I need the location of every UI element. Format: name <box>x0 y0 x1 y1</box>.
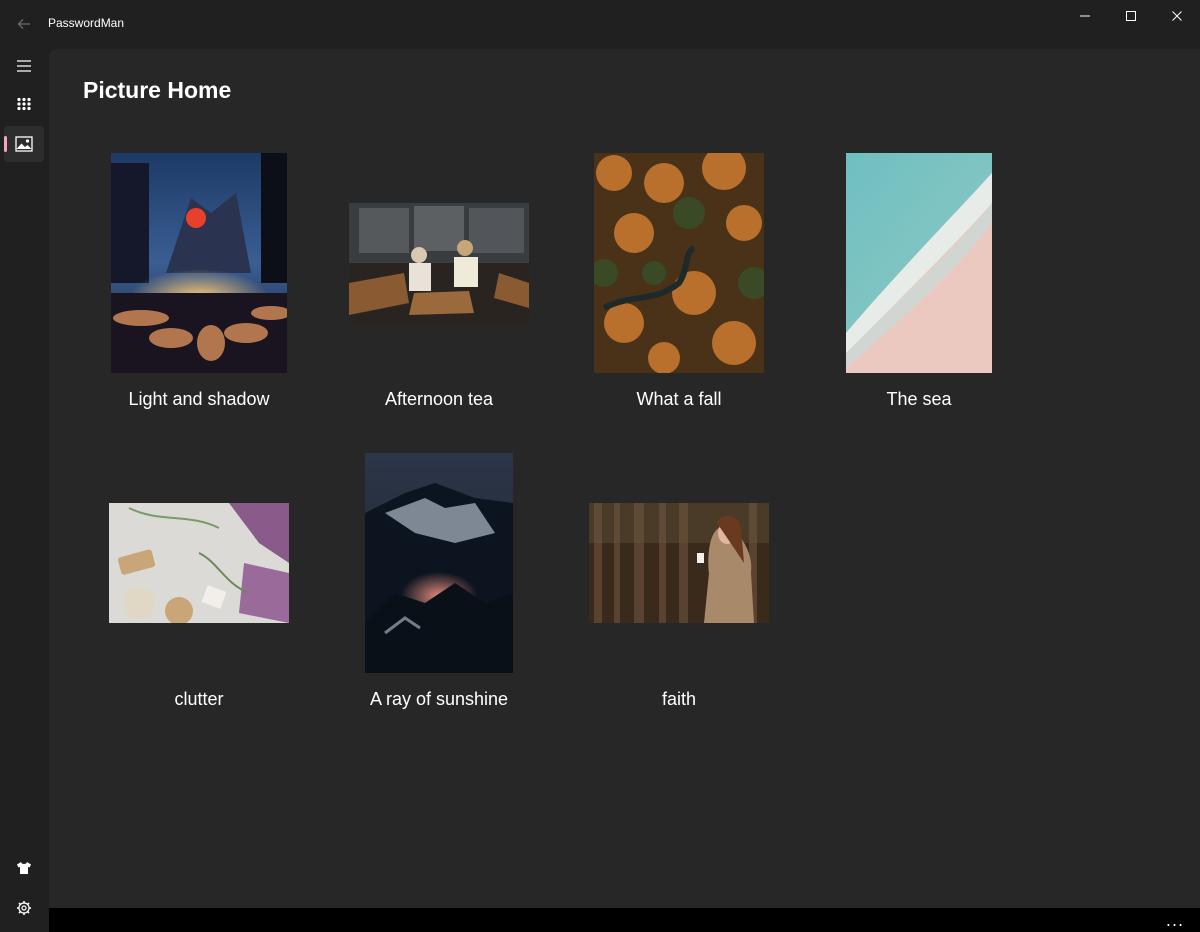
minimize-button[interactable] <box>1062 0 1108 32</box>
hamburger-menu-icon <box>17 60 31 72</box>
nav-item-settings[interactable] <box>4 890 44 926</box>
picture-the-sea <box>846 153 992 373</box>
content-area: Picture Home Light and shadow Afternoon … <box>49 49 1200 908</box>
app-title: PasswordMan <box>48 16 125 30</box>
picture-tile-clutter[interactable]: clutter <box>79 453 319 753</box>
maximize-icon <box>1126 11 1136 21</box>
picture-tile-what-a-fall[interactable]: What a fall <box>559 153 799 453</box>
picture-clutter <box>109 503 289 623</box>
picture-caption: What a fall <box>636 389 722 409</box>
tshirt-theme-icon <box>17 862 31 874</box>
picture-icon <box>15 136 33 152</box>
picture-caption: clutter <box>174 689 224 709</box>
back-button[interactable] <box>12 12 36 36</box>
title-bar: PasswordMan <box>0 0 1200 48</box>
nav-pane <box>0 48 48 932</box>
gear-icon <box>17 901 31 915</box>
picture-faith <box>589 503 769 623</box>
picture-a-ray-of-sunshine <box>365 453 513 673</box>
picture-tile-the-sea[interactable]: The sea <box>799 153 1039 453</box>
close-icon <box>1172 11 1182 21</box>
picture-tile-a-ray-of-sunshine[interactable]: A ray of sunshine <box>319 453 559 753</box>
picture-caption: Light and shadow <box>128 389 270 409</box>
picture-what-a-fall <box>594 153 764 373</box>
command-bar: ... <box>49 908 1200 932</box>
nav-toggle-button[interactable] <box>4 48 44 84</box>
picture-caption: The sea <box>886 389 952 409</box>
close-button[interactable] <box>1154 0 1200 32</box>
nav-item-theme[interactable] <box>4 850 44 886</box>
maximize-button[interactable] <box>1108 0 1154 32</box>
keypad-grid-icon <box>17 97 31 111</box>
picture-grid: Light and shadow Afternoon tea What a fa… <box>79 153 1039 753</box>
picture-tile-faith[interactable]: faith <box>559 453 799 753</box>
picture-caption: faith <box>661 689 697 709</box>
back-arrow-icon <box>17 19 30 29</box>
picture-afternoon-tea <box>349 203 529 323</box>
picture-tile-afternoon-tea[interactable]: Afternoon tea <box>319 153 559 453</box>
nav-item-passwords[interactable] <box>4 86 44 122</box>
picture-light-and-shadow <box>111 153 287 373</box>
selection-indicator <box>4 136 7 152</box>
page-title: Picture Home <box>83 77 232 103</box>
picture-caption: Afternoon tea <box>384 389 494 409</box>
minimize-icon <box>1080 15 1090 17</box>
picture-caption: A ray of sunshine <box>369 689 509 709</box>
more-options-button[interactable]: ... <box>1160 908 1190 932</box>
nav-item-pictures[interactable] <box>4 126 44 162</box>
picture-tile-light-and-shadow[interactable]: Light and shadow <box>79 153 319 453</box>
